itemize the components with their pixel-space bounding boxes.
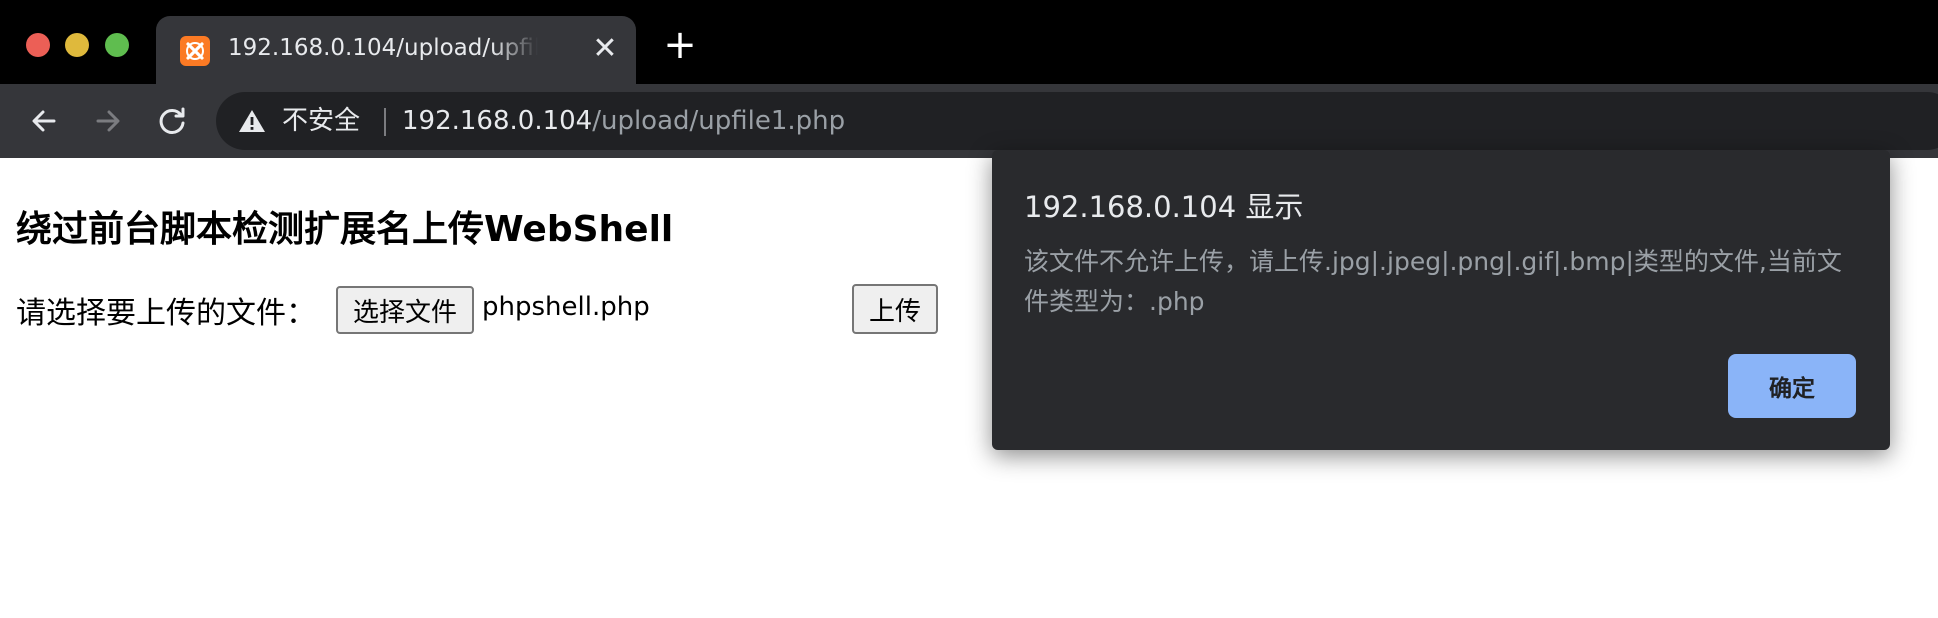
tab-close-icon[interactable]: ✕ (588, 32, 622, 66)
omnibox-divider (384, 108, 386, 136)
security-status-label[interactable]: 不安全 (282, 104, 360, 138)
browser-tab[interactable]: 192.168.0.104/upload/upfile1.php ✕ (156, 16, 636, 84)
arrow-left-icon (32, 110, 56, 132)
address-bar[interactable]: 不安全 192.168.0.104/upload/upfile1.php (216, 92, 1938, 150)
reload-icon (159, 107, 185, 134)
url-host: 192.168.0.104 (402, 106, 593, 136)
new-tab-button[interactable]: + (660, 25, 700, 66)
xampp-icon (180, 36, 210, 66)
warning-icon[interactable] (238, 108, 266, 134)
tab-title: 192.168.0.104/upload/upfile1.php (228, 35, 538, 61)
alert-dialog: 192.168.0.104 显示 该文件不允许上传，请上传.jpg|.jpeg|… (992, 150, 1890, 450)
window-minimize-button[interactable] (65, 33, 89, 57)
dialog-title: 192.168.0.104 显示 (1024, 190, 1304, 224)
window-maximize-button[interactable] (105, 33, 129, 57)
dialog-ok-button[interactable]: 确定 (1728, 354, 1856, 418)
arrow-right-icon (96, 110, 120, 132)
window-close-button[interactable] (26, 33, 50, 57)
url-path: /upload/upfile1.php (592, 106, 846, 136)
browser-toolbar: 不安全 192.168.0.104/upload/upfile1.php (0, 84, 1938, 158)
dialog-message: 该文件不允许上传，请上传.jpg|.jpeg|.png|.gif|.bmp|类型… (1024, 247, 1842, 316)
url-text[interactable]: 192.168.0.104/upload/upfile1.php (402, 104, 845, 138)
back-button[interactable] (26, 103, 62, 139)
choose-file-button[interactable]: 选择文件 (336, 286, 474, 334)
selected-file-name: phpshell.php (482, 292, 650, 322)
forward-button[interactable] (90, 103, 126, 139)
upload-submit-button[interactable]: 上传 (852, 284, 938, 334)
tab-strip: 192.168.0.104/upload/upfile1.php ✕ + (0, 0, 1938, 84)
page-title: 绕过前台脚本检测扩展名上传WebShell (16, 209, 674, 250)
upload-label: 请选择要上传的文件： (16, 296, 316, 331)
reload-button[interactable] (154, 103, 190, 139)
